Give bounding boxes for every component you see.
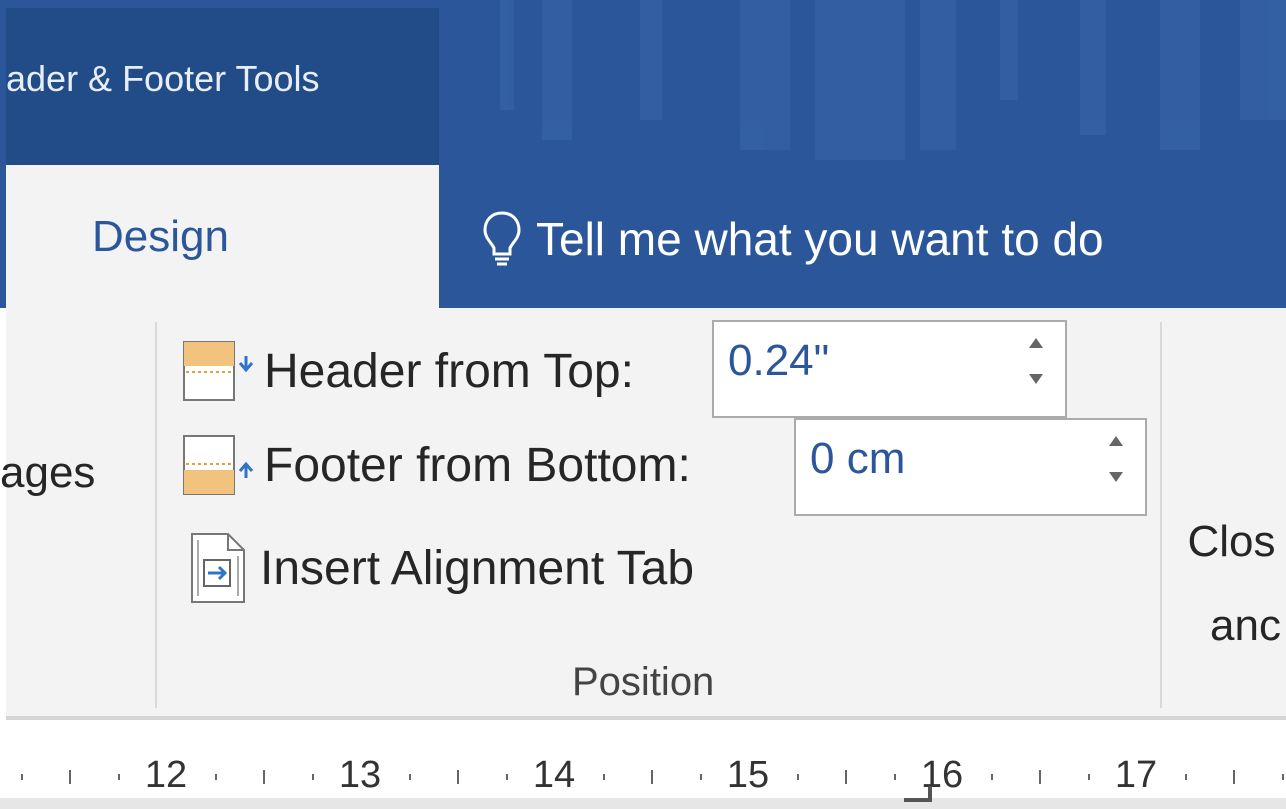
close-label-line2: anc — [1210, 601, 1281, 650]
ruler-tick — [69, 770, 71, 784]
header-from-top-label: Header from Top: — [264, 344, 634, 398]
ruler-tick — [311, 774, 314, 780]
ruler-number: 17 — [1114, 754, 1158, 796]
page-number-group-label[interactable]: ages — [0, 448, 120, 498]
tell-me-text: Tell me what you want to do — [536, 213, 1104, 265]
spin-down-icon[interactable] — [1029, 374, 1043, 384]
ruler-number: 15 — [726, 754, 770, 796]
horizontal-ruler[interactable] — [0, 720, 1286, 809]
footer-from-bottom-icon — [183, 435, 254, 495]
footer-from-bottom-label: Footer from Bottom: — [264, 438, 691, 492]
tell-me-search[interactable]: Tell me what you want to do — [482, 204, 1104, 274]
insert-alignment-tab-label: Insert Alignment Tab — [260, 541, 695, 595]
header-from-top-spinner[interactable]: 0.24" — [712, 320, 1067, 418]
header-from-top-icon — [183, 341, 254, 401]
close-header-footer-button[interactable]: Clos anc — [1182, 500, 1281, 668]
ruler-tick — [408, 774, 411, 780]
ruler-tick — [1233, 770, 1235, 784]
ruler-tick — [1184, 774, 1187, 780]
ruler-tick — [990, 774, 993, 780]
ribbon-group-label-position: Position — [572, 660, 715, 704]
ruler-tick — [1087, 774, 1090, 780]
ruler-tab-stop-marker[interactable] — [904, 786, 932, 802]
ruler-tick — [845, 770, 847, 784]
spin-up-icon[interactable] — [1029, 338, 1043, 348]
header-from-top-row: Header from Top: — [182, 336, 634, 406]
ruler-number: 12 — [144, 754, 188, 796]
ruler-bottom-edge — [0, 798, 1286, 809]
ruler-tick — [651, 770, 653, 784]
ruler-tick — [457, 770, 459, 784]
ruler-tick — [117, 774, 120, 780]
group-separator — [155, 322, 157, 708]
header-from-top-value[interactable]: 0.24" — [728, 336, 829, 386]
spin-down-icon[interactable] — [1109, 472, 1123, 482]
ruler-tick — [602, 774, 605, 780]
ruler-tick — [505, 774, 508, 780]
footer-from-bottom-spin-buttons[interactable] — [1109, 436, 1123, 482]
contextual-tab-title: ader & Footer Tools — [6, 58, 320, 99]
ruler-tick — [214, 774, 217, 780]
lightbulb-icon — [483, 211, 521, 266]
insert-alignment-tab-button[interactable]: Insert Alignment Tab — [188, 530, 694, 606]
close-label-line1: Clos — [1187, 517, 1276, 566]
spin-up-icon[interactable] — [1109, 436, 1123, 446]
group-separator — [1160, 322, 1162, 708]
footer-from-bottom-spinner[interactable]: 0 cm — [794, 418, 1147, 516]
ruler-tick — [796, 774, 799, 780]
ruler-tick — [1039, 770, 1041, 784]
ruler-number: 14 — [532, 754, 576, 796]
ruler-tick — [1281, 774, 1284, 780]
header-from-top-spin-buttons[interactable] — [1029, 338, 1043, 384]
tab-design-label[interactable]: Design — [92, 212, 229, 262]
ruler-number: 13 — [338, 754, 382, 796]
title-bar: ader & Footer Tools — [0, 0, 1286, 165]
ruler-tick — [263, 770, 265, 784]
footer-from-bottom-row: Footer from Bottom: — [182, 430, 691, 500]
title-bar-background-pattern — [500, 0, 1286, 160]
footer-from-bottom-value[interactable]: 0 cm — [810, 434, 905, 484]
ruler-tick — [20, 774, 23, 780]
ruler-tick — [893, 774, 896, 780]
ruler-tick — [699, 774, 702, 780]
insert-alignment-tab-icon — [191, 533, 245, 603]
